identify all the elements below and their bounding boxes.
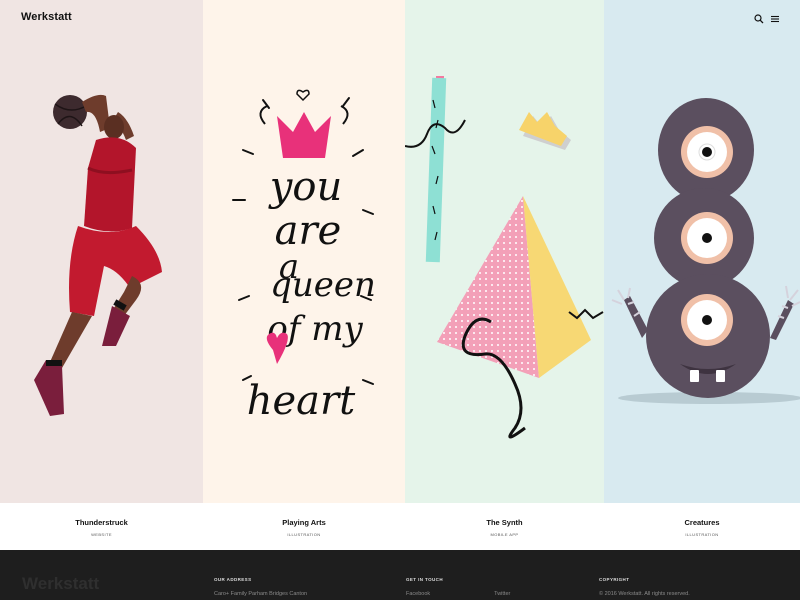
creatures-image xyxy=(604,0,800,503)
item-category: WEBSITE xyxy=(91,532,112,537)
portfolio-grid: you are a queen of my heart xyxy=(0,0,800,503)
footer-logo[interactable]: Werkstatt xyxy=(22,574,99,594)
lettering-you: you xyxy=(268,164,342,210)
portfolio-item-playing-arts[interactable]: you are a queen of my heart xyxy=(203,0,405,503)
portfolio-item-thunderstruck[interactable] xyxy=(0,0,203,503)
footer-heading: GET IN TOUCH xyxy=(406,577,443,582)
search-icon[interactable] xyxy=(754,11,764,24)
item-category: ILLUSTRATION xyxy=(287,532,321,537)
item-category: MOBILE APP xyxy=(490,532,519,537)
footer-contact: GET IN TOUCH Facebook Twitter xyxy=(406,577,510,597)
portfolio-captions: Thunderstruck WEBSITE Playing Arts ILLUS… xyxy=(0,503,800,550)
item-title[interactable]: Playing Arts xyxy=(203,518,405,527)
item-title[interactable]: Thunderstruck xyxy=(0,518,203,527)
footer-heading: COPYRIGHT xyxy=(599,577,630,582)
item-title[interactable]: Creatures xyxy=(604,518,800,527)
site-footer: Werkstatt OUR ADDRESS Caro+ Family Parha… xyxy=(0,550,800,600)
menu-icon[interactable] xyxy=(770,11,780,23)
site-header: Werkstatt xyxy=(0,0,800,36)
caption-playing-arts[interactable]: Playing Arts ILLUSTRATION xyxy=(203,503,405,550)
portfolio-item-the-synth[interactable] xyxy=(405,0,604,503)
lettering-queen: queen xyxy=(270,265,376,305)
item-category: ILLUSTRATION xyxy=(685,532,719,537)
address-text: Caro+ Family Parham Bridges Canton xyxy=(214,591,308,597)
lettering-heart: heart xyxy=(247,378,356,424)
facebook-link[interactable]: Facebook xyxy=(406,591,430,597)
footer-heading: OUR ADDRESS xyxy=(214,577,252,582)
twitter-link[interactable]: Twitter xyxy=(494,591,510,597)
caption-creatures[interactable]: Creatures ILLUSTRATION xyxy=(604,503,800,550)
caption-the-synth[interactable]: The Synth MOBILE APP xyxy=(405,503,604,550)
playing-arts-image: you are a queen of my heart xyxy=(203,0,405,503)
footer-address: OUR ADDRESS Caro+ Family Parham Bridges … xyxy=(214,577,307,597)
portfolio-item-creatures[interactable] xyxy=(604,0,800,503)
caption-thunderstruck[interactable]: Thunderstruck WEBSITE xyxy=(0,503,203,550)
site-logo[interactable]: Werkstatt xyxy=(21,11,72,23)
copyright-text: © 2016 Werkstatt. All rights reserved. xyxy=(599,591,690,597)
the-synth-image xyxy=(405,0,604,503)
thunderstruck-image xyxy=(0,0,203,503)
item-title[interactable]: The Synth xyxy=(405,518,604,527)
header-actions xyxy=(754,11,780,24)
footer-copyright: COPYRIGHT © 2016 Werkstatt. All rights r… xyxy=(599,577,690,597)
